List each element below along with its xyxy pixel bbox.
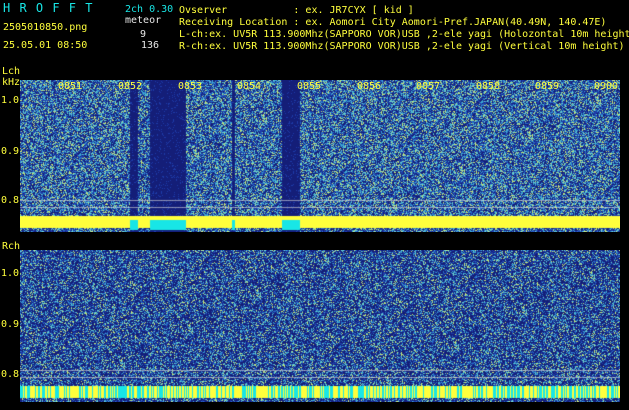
lch-y-tick: 0.8 [1, 195, 20, 206]
lch-y-tick: 1.0 [1, 95, 20, 106]
app-logo: H R O F F T [3, 1, 94, 15]
time-tick: 0856 [357, 81, 382, 92]
rch-meteor-count: 136 [141, 40, 160, 51]
lch-meteor-count: 9 [140, 29, 147, 40]
time-tick: 0857 [416, 81, 441, 92]
time-tick: 0852 [118, 81, 143, 92]
lch-waterfall[interactable] [20, 80, 620, 232]
time-tick: 0855 [297, 81, 322, 92]
time-tick: 0859 [535, 81, 560, 92]
rch-config-line: R-ch:ex. UV5R 113.900Mhz(SAPPORO VOR)USB… [179, 41, 625, 52]
time-tick: 0851 [58, 81, 83, 92]
time-tick: 0853 [178, 81, 203, 92]
rch-label: Rch [2, 241, 21, 252]
lch-unit-label: kHz [2, 77, 21, 88]
meteor-label: meteor [125, 15, 162, 26]
rch-spectrogram [20, 250, 620, 402]
rch-y-tick: 0.9 [1, 319, 20, 330]
observer-line: Ovserver : ex. JR7CYX [ kid ] [179, 5, 414, 16]
lch-label: Lch [2, 66, 21, 77]
time-tick: 0854 [237, 81, 262, 92]
rch-y-tick: 1.0 [1, 268, 20, 279]
time-tick: 0858 [476, 81, 501, 92]
lch-spectrogram [20, 80, 620, 232]
location-line: Receiving Location : ex. Aomori City Aom… [179, 17, 607, 28]
time-tick: 0900 [594, 81, 619, 92]
datetime-label: 25.05.01 08:50 [3, 40, 88, 51]
rch-y-tick: 0.8 [1, 369, 20, 380]
lch-config-line: L-ch:ex. UV5R 113.900Mhz(SAPPORO VOR)USB… [179, 29, 629, 40]
rch-waterfall[interactable] [20, 250, 620, 402]
lch-y-tick: 0.9 [1, 146, 20, 157]
mode-label: 2ch 0.30 [125, 4, 174, 15]
filename-label: 2505010850.png [3, 22, 88, 33]
